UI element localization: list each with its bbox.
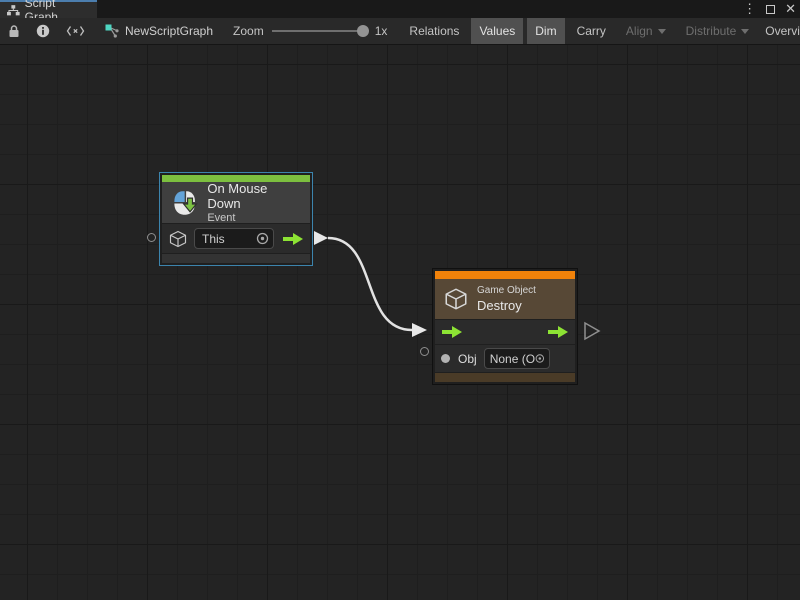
target-field[interactable]: This — [194, 228, 274, 249]
node-footer — [435, 372, 575, 382]
control-input-arrow[interactable] — [441, 325, 463, 339]
obj-port-dot[interactable] — [441, 354, 450, 363]
node-destroy[interactable]: Game Object Destroy Obj None (O — [432, 268, 578, 385]
wire-start-arrow — [314, 231, 328, 245]
menu-kebab-icon[interactable]: ⋮ — [743, 0, 756, 18]
node-footer — [162, 253, 310, 263]
values-button[interactable]: Values — [471, 18, 523, 44]
overview-button[interactable]: Overview — [757, 18, 800, 44]
info-icon — [36, 24, 50, 38]
control-output-arrow[interactable] — [547, 325, 569, 339]
maximize-icon[interactable] — [766, 5, 775, 14]
gameobject-cube-icon — [168, 229, 188, 249]
tab-script-graph[interactable]: Script Graph — [0, 0, 97, 18]
object-picker-icon[interactable] — [535, 352, 545, 365]
info-button[interactable] — [28, 18, 58, 44]
hierarchy-icon — [7, 5, 20, 16]
node-category: Game Object — [477, 285, 536, 296]
zoom-slider-knob[interactable] — [357, 25, 369, 37]
mouse-down-icon — [170, 188, 199, 218]
graph-breadcrumb[interactable]: NewScriptGraph — [93, 18, 223, 44]
carry-button[interactable]: Carry — [569, 18, 614, 44]
distribute-dropdown[interactable]: Distribute — [678, 18, 758, 44]
close-icon[interactable]: ✕ — [785, 0, 796, 18]
lock-icon — [8, 24, 20, 38]
node-title: On Mouse Down — [207, 181, 302, 211]
relations-button[interactable]: Relations — [401, 18, 467, 44]
obj-value-field[interactable]: None (O — [484, 348, 550, 369]
title-bar: Script Graph ⋮ ✕ — [0, 0, 800, 18]
node-title: Destroy — [477, 298, 536, 313]
node-on-mouse-down[interactable]: On Mouse Down Event This — [159, 172, 313, 266]
node-accent-strip — [435, 271, 575, 279]
zoom-value: 1x — [375, 24, 388, 38]
zoom-label: Zoom — [233, 24, 264, 38]
connection-wire — [0, 45, 800, 600]
graph-canvas[interactable]: On Mouse Down Event This — [0, 45, 800, 600]
omd-target-input-port[interactable] — [147, 233, 156, 242]
graph-asset-icon — [105, 24, 119, 38]
gameobject-cube-icon — [443, 286, 469, 312]
graph-name-label: NewScriptGraph — [125, 24, 213, 38]
align-dropdown[interactable]: Align — [618, 18, 674, 44]
node-subtitle: Event — [207, 212, 302, 224]
destroy-obj-input-port[interactable] — [420, 347, 429, 356]
graph-toolbar: NewScriptGraph Zoom 1x Relations Values … — [0, 18, 800, 45]
dim-button[interactable]: Dim — [527, 18, 564, 44]
obj-port-label: Obj — [458, 352, 477, 366]
object-picker-icon[interactable] — [256, 232, 269, 245]
zoom-control: Zoom 1x — [223, 18, 397, 44]
zoom-slider[interactable] — [272, 30, 367, 32]
unconnected-output-triangle — [585, 323, 599, 339]
code-view-button[interactable] — [58, 18, 93, 44]
control-output-arrow[interactable] — [282, 232, 304, 246]
lock-button[interactable] — [0, 18, 28, 44]
code-icon — [66, 25, 85, 37]
wire-end-arrow — [412, 323, 427, 337]
